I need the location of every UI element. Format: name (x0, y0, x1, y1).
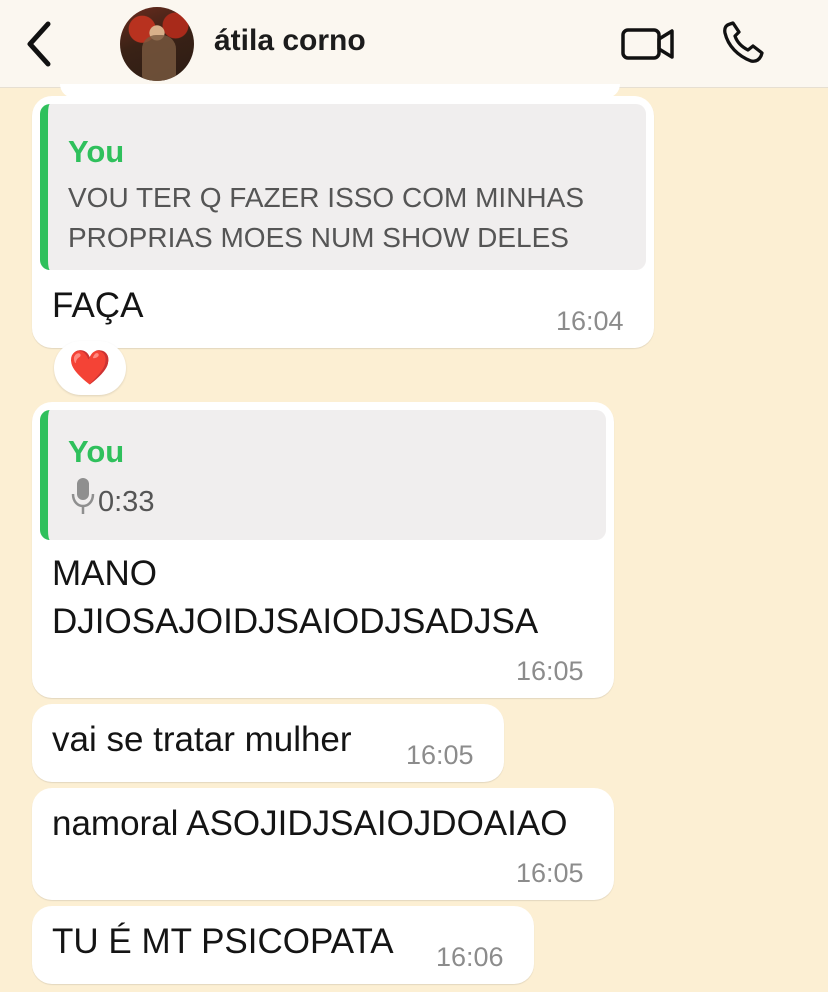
quote-author: You (68, 434, 125, 469)
contact-name[interactable]: átila corno (214, 24, 366, 58)
heart-reaction[interactable]: ❤️ (54, 341, 126, 395)
message-bubble[interactable]: You VOU TER Q FAZER ISSO COM MINHAS PROP… (32, 96, 654, 348)
message-text-line: MANO (52, 554, 157, 593)
message-text-line: DJIOSAJOIDJSAIODJSADJSA (52, 602, 539, 641)
contact-avatar[interactable] (120, 7, 194, 81)
message-text: vai se tratar mulher (52, 720, 352, 759)
message-text: TU É MT PSICOPATA (52, 922, 394, 961)
audio-duration: 0:33 (98, 486, 155, 518)
quote-author: You (68, 134, 125, 169)
voice-call-button[interactable] (718, 18, 770, 68)
quoted-message[interactable]: You 0:33 (40, 410, 606, 540)
message-time: 16:05 (406, 740, 474, 770)
quote-text-line: PROPRIAS MOES NUM SHOW DELES (68, 222, 569, 253)
message-time: 16:05 (516, 858, 584, 888)
message-text: FAÇA (52, 286, 144, 325)
message-time: 16:06 (436, 942, 504, 972)
video-camera-icon (621, 28, 674, 60)
message-time: 16:04 (556, 306, 624, 336)
message-bubble[interactable]: You 0:33 MANO DJIOSAJOIDJSAIODJSADJSA 16… (32, 402, 614, 698)
quoted-message[interactable]: You VOU TER Q FAZER ISSO COM MINHAS PROP… (40, 104, 646, 270)
quote-text-line: VOU TER Q FAZER ISSO COM MINHAS (68, 182, 584, 213)
message-bubble[interactable]: TU É MT PSICOPATA 16:06 (32, 906, 534, 984)
chat-header: átila corno (0, 0, 828, 88)
chevron-left-icon (27, 21, 51, 67)
message-bubble[interactable]: vai se tratar mulher 16:05 (32, 704, 504, 782)
back-button[interactable] (20, 18, 60, 70)
message-text: namoral ASOJIDJSAIOJDOAIAO (52, 804, 568, 843)
message-bubble[interactable]: namoral ASOJIDJSAIOJDOAIAO 16:05 (32, 788, 614, 900)
phone-icon (723, 21, 764, 63)
message-time: 16:05 (516, 656, 584, 686)
microphone-icon (71, 478, 95, 514)
video-call-button[interactable] (620, 22, 676, 64)
